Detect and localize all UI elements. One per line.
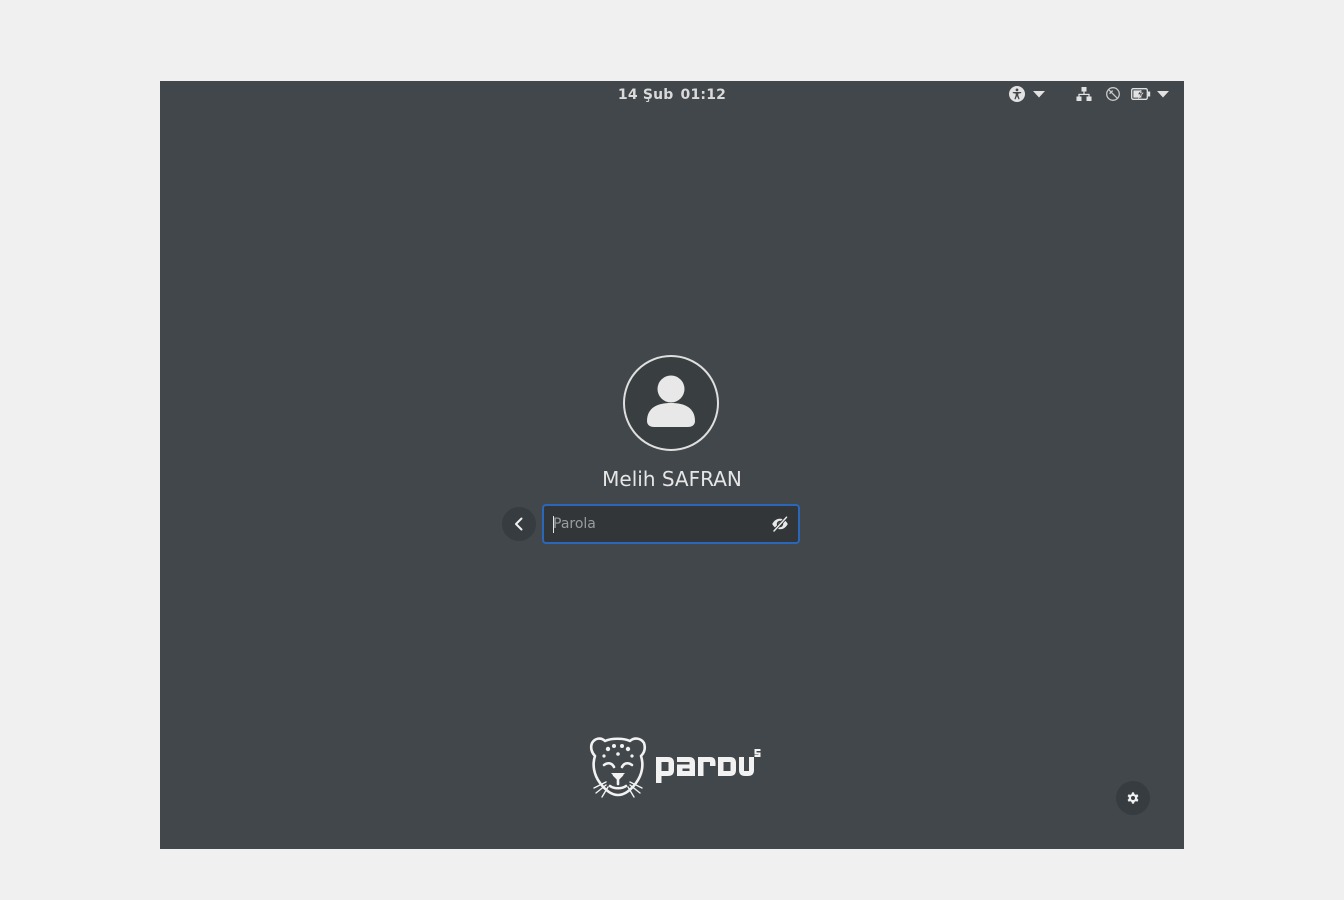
clock-time: 01:12 — [680, 87, 727, 103]
user-name: Melih SAFRAN — [602, 467, 742, 491]
eye-hidden-icon — [772, 516, 788, 532]
network-wired-icon[interactable] — [1074, 86, 1094, 102]
chevron-left-icon — [515, 517, 523, 531]
chevron-down-icon[interactable] — [1032, 86, 1046, 102]
login-screen: 14 Şub 01:12 Melih SAFRAN — [160, 81, 1184, 849]
password-input[interactable] — [544, 506, 764, 542]
battery-charging-icon[interactable] — [1130, 86, 1152, 102]
gear-icon — [1127, 792, 1139, 804]
text-caret — [553, 516, 554, 533]
password-field[interactable] — [542, 504, 800, 544]
chevron-down-icon[interactable] — [1156, 86, 1170, 102]
back-button[interactable] — [502, 507, 536, 541]
session-settings-button[interactable] — [1116, 781, 1150, 815]
reveal-password-button[interactable] — [770, 515, 790, 533]
clock-date: 14 Şub — [617, 87, 674, 103]
user-avatar-icon — [623, 355, 719, 451]
accessibility-icon[interactable] — [1006, 86, 1028, 102]
clock[interactable]: 14 Şub 01:12 — [160, 86, 1184, 104]
pardus-logo — [584, 735, 764, 803]
no-connection-icon[interactable] — [1103, 86, 1123, 102]
